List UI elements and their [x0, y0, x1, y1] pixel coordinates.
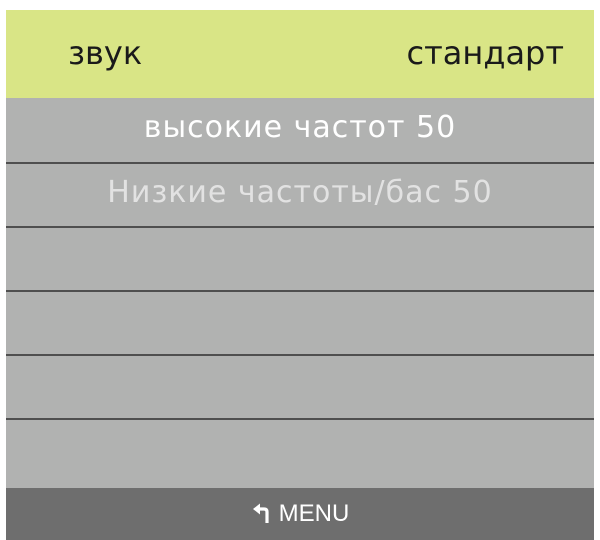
header-title: звук — [68, 34, 143, 72]
sound-settings-screen: звук стандарт высокие частот 50 Низкие ч… — [6, 10, 594, 540]
menu-button-label: MENU — [278, 500, 350, 527]
menu-list: высокие частот 50 Низкие частоты/бас 50 — [6, 98, 594, 484]
header-bar: звук стандарт — [6, 10, 594, 98]
header-sound-mode-value: стандарт — [406, 34, 564, 72]
menu-item-bass[interactable]: Низкие частоты/бас 50 — [6, 164, 594, 228]
menu-item-empty — [6, 292, 594, 356]
menu-item-empty — [6, 356, 594, 420]
menu-back-button[interactable]: MENU — [6, 488, 594, 540]
menu-item-treble[interactable]: высокие частот 50 — [6, 98, 594, 164]
menu-item-label: Низкие частоты/бас 50 — [107, 174, 493, 210]
menu-item-label: высокие частот 50 — [143, 109, 457, 145]
menu-item-empty — [6, 420, 594, 484]
back-arrow-icon — [251, 503, 273, 525]
menu-item-empty — [6, 228, 594, 292]
